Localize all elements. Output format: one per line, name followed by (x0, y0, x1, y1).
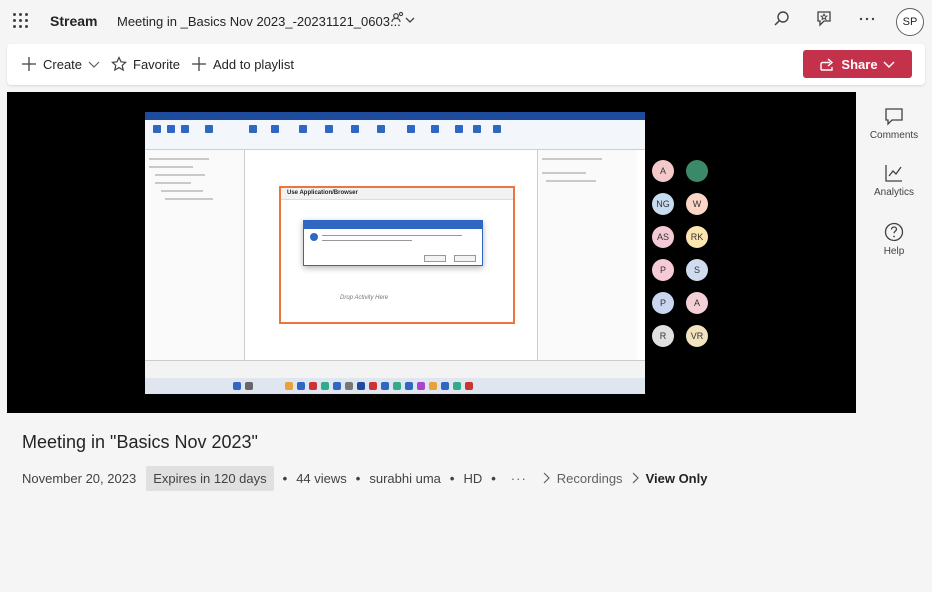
analytics-label: Analytics (873, 187, 914, 198)
help-icon (884, 222, 904, 242)
comment-icon (885, 108, 903, 126)
participant-avatar: VR (686, 325, 708, 347)
command-bar: Create Favorite Add to playlist Share (7, 44, 925, 85)
chevron-down-icon (883, 61, 895, 68)
search-icon[interactable] (773, 10, 791, 28)
plus-icon (22, 57, 36, 71)
participant-avatar: NG (652, 193, 674, 215)
create-button[interactable]: Create (21, 56, 100, 72)
quality-label: HD (463, 470, 483, 486)
share-label: Share (841, 56, 878, 72)
more-options-icon[interactable] (858, 10, 876, 28)
separator-dot: • (491, 470, 496, 486)
participant-avatar: R (652, 325, 674, 347)
create-label: Create (43, 56, 83, 72)
top-bar: Stream Meeting in _Basics Nov 2023_-2023… (0, 0, 932, 44)
analytics-button[interactable]: Analytics (864, 163, 924, 198)
chevron-right-icon (543, 472, 550, 484)
upload-date: November 20, 2023 (22, 470, 137, 486)
video-meta: November 20, 2023 Expires in 120 days • … (22, 465, 707, 491)
file-title[interactable]: Meeting in _Basics Nov 2023_-20231121_06… (117, 14, 401, 29)
owner-name[interactable]: surabhi uma (369, 471, 441, 486)
add-to-playlist-label: Add to playlist (213, 56, 294, 72)
participant-avatar: A (652, 160, 674, 182)
share-button[interactable]: Share (803, 50, 912, 78)
share-icon (820, 58, 834, 71)
chevron-right-icon (632, 472, 639, 484)
feedback-icon[interactable] (815, 10, 833, 28)
chevron-down-icon (88, 61, 100, 68)
add-to-playlist-button[interactable]: Add to playlist (191, 56, 294, 72)
participant-avatar (686, 160, 708, 182)
drop-activity-text: Drop Activity Here (340, 295, 389, 301)
analytics-icon (885, 165, 902, 182)
expiration-badge[interactable]: Expires in 120 days (146, 465, 274, 491)
participant-avatar: P (652, 292, 674, 314)
plus-icon (192, 57, 206, 71)
app-name[interactable]: Stream (50, 13, 97, 29)
breadcrumb-view-only[interactable]: View Only (646, 471, 708, 486)
comments-label: Comments (869, 130, 919, 141)
separator-dot: • (282, 470, 288, 486)
participant-avatar: A (686, 292, 708, 314)
video-title: Meeting in "Basics Nov 2023" (22, 432, 258, 452)
video-player[interactable]: Use Application/Browser Drop Activity He… (7, 92, 856, 413)
help-button[interactable]: Help (864, 222, 924, 257)
activity-title: Use Application/Browser (281, 188, 513, 200)
dialog-box (303, 220, 483, 266)
help-label: Help (883, 246, 905, 257)
separator-dot: • (355, 470, 361, 486)
separator-dot: • (449, 470, 455, 486)
favorite-button[interactable]: Favorite (111, 56, 180, 72)
view-count: 44 views (296, 470, 347, 486)
participant-avatar: W (686, 193, 708, 215)
shared-people-chevron-icon[interactable] (390, 11, 416, 29)
user-avatar[interactable]: SP (896, 8, 924, 36)
favorite-label: Favorite (133, 56, 180, 72)
star-icon (111, 56, 127, 72)
app-launcher-icon[interactable] (13, 13, 29, 29)
comments-button[interactable]: Comments (864, 106, 924, 141)
shared-screen-frame: Use Application/Browser Drop Activity He… (145, 112, 645, 394)
participant-avatar: S (686, 259, 708, 281)
participant-avatar: RK (686, 226, 708, 248)
breadcrumb-recordings[interactable]: Recordings (557, 471, 623, 486)
participant-avatar: AS (652, 226, 674, 248)
participant-avatar: P (652, 259, 674, 281)
breadcrumb-more-icon[interactable]: ··· (511, 471, 527, 486)
